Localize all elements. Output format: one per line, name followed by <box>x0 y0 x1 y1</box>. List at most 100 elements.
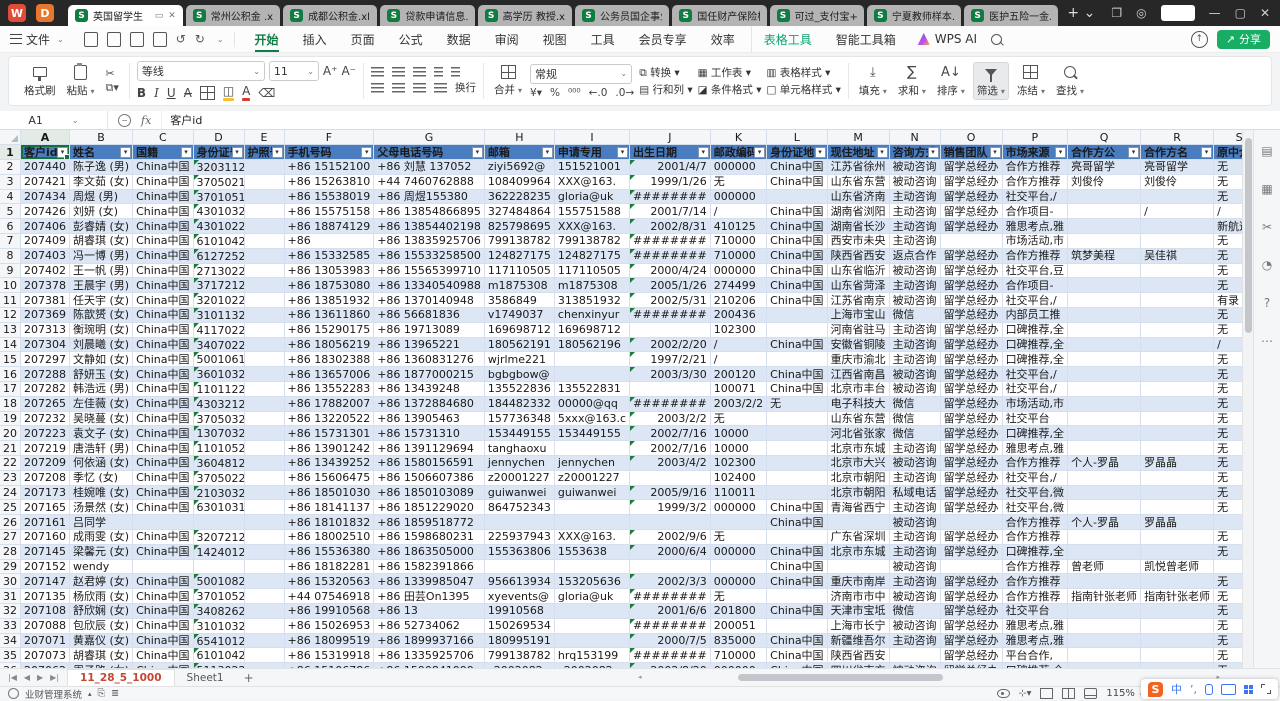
cell[interactable]: 留学总经办 <box>940 308 1002 323</box>
cell[interactable]: 留学总经办 <box>940 382 1002 397</box>
cell[interactable] <box>244 456 284 471</box>
cell[interactable]: 任天宇 (女) <box>70 293 133 308</box>
cell[interactable]: China中国 <box>133 174 193 189</box>
cell[interactable]: / <box>1214 204 1242 219</box>
cell[interactable]: 320721200209060081 <box>193 530 244 545</box>
cell[interactable]: m1875308 <box>554 278 629 293</box>
cell[interactable]: 刘妍 (女) <box>70 204 133 219</box>
cell[interactable] <box>133 559 193 574</box>
cell[interactable]: 207219 <box>21 441 70 456</box>
cell[interactable]: China中国 <box>133 618 193 633</box>
filter-button[interactable]: ▾ <box>1201 147 1212 158</box>
cell[interactable] <box>1141 574 1214 589</box>
cell[interactable]: 重庆市南岸 <box>827 574 889 589</box>
page-break-icon[interactable] <box>1084 688 1097 699</box>
cell[interactable]: +86 13901242 <box>284 441 374 456</box>
cell[interactable]: 2002/9/6 <box>630 530 711 545</box>
cell[interactable]: 留学总经办 <box>940 352 1002 367</box>
cell[interactable]: China中国 <box>767 559 827 574</box>
filter-button[interactable]: ▾ <box>928 147 939 158</box>
cell[interactable] <box>484 559 554 574</box>
menu-tab[interactable]: 表格工具 <box>751 26 824 52</box>
percent-button[interactable]: % <box>550 87 560 99</box>
cell[interactable]: China中国 <box>767 337 827 352</box>
bold-button[interactable]: B <box>137 86 146 100</box>
cell[interactable]: ziyi5692@ <box>484 160 554 175</box>
header-cell[interactable]: 手机号码▾ <box>284 145 374 160</box>
cell[interactable]: China中国 <box>133 219 193 234</box>
cell[interactable] <box>767 589 827 604</box>
filter-button[interactable]: ▾ <box>272 147 283 158</box>
column-header[interactable]: L <box>767 130 827 145</box>
cell-style-button[interactable]: □ 单元格样式 ▾ <box>767 82 841 97</box>
cell[interactable]: 无 <box>1214 544 1242 559</box>
header-cell[interactable]: 合作方公▾ <box>1068 145 1141 160</box>
menu-tab[interactable]: 页面 <box>339 26 387 52</box>
cell[interactable]: 117110505 <box>484 263 554 278</box>
cell[interactable]: 10000 <box>710 441 766 456</box>
cell[interactable]: 陈子逸 (男) <box>70 160 133 175</box>
borders-button[interactable] <box>200 86 215 100</box>
cell[interactable]: 留学总经办 <box>940 263 1002 278</box>
cell[interactable]: 207265 <box>21 396 70 411</box>
output-icon[interactable] <box>107 32 121 47</box>
cell[interactable]: 201800 <box>710 604 766 619</box>
header-cell[interactable]: 姓名▾ <box>70 145 133 160</box>
cell[interactable]: 无 <box>1214 530 1242 545</box>
cell[interactable]: +86 1582391866 <box>374 559 485 574</box>
cell[interactable] <box>1068 382 1141 397</box>
row-header[interactable]: 20 <box>0 426 21 441</box>
cell[interactable]: 370105200210270824 <box>193 589 244 604</box>
maximize-button[interactable]: ▢ <box>1235 6 1246 20</box>
cell[interactable]: 430321200211140121 <box>193 396 244 411</box>
wrap-text-button[interactable]: 换行 <box>455 80 476 95</box>
cell[interactable] <box>1141 337 1214 352</box>
header-cell[interactable]: 原中介机▾ <box>1214 145 1242 160</box>
chevron-up-icon[interactable]: ▴ <box>88 690 92 698</box>
cell[interactable]: 吴晓蔓 (女) <box>70 411 133 426</box>
cell[interactable]: / <box>710 337 766 352</box>
cell[interactable] <box>1068 367 1141 382</box>
cell[interactable]: 陕西省西安 <box>827 648 889 663</box>
cell[interactable]: 社交平台,豆 <box>1002 263 1068 278</box>
cell[interactable] <box>767 530 827 545</box>
cell[interactable]: 西安市未央 <box>827 234 889 249</box>
cell[interactable]: 654101200007050581 <box>193 633 244 648</box>
header-cell[interactable]: 合作方名▾ <box>1141 145 1214 160</box>
cell[interactable]: 2002/2/20 <box>630 337 711 352</box>
column-header[interactable]: J <box>630 130 711 145</box>
cell[interactable] <box>244 485 284 500</box>
cell[interactable]: 2000/6/4 <box>630 544 711 559</box>
cell[interactable]: China中国 <box>133 530 193 545</box>
grow-font-button[interactable]: A⁺ <box>323 61 338 81</box>
cut-button[interactable]: ✂ <box>103 68 122 80</box>
paste-button[interactable]: 粘贴▾ <box>64 63 98 99</box>
cell[interactable]: 社交平台,/ <box>1002 293 1068 308</box>
redo-icon[interactable]: ↻ <box>195 32 205 46</box>
cell[interactable]: 被动咨询 <box>889 589 940 604</box>
cell[interactable]: 梁馨元 (女) <box>70 544 133 559</box>
column-header[interactable]: A <box>21 130 70 145</box>
cell[interactable]: China中国 <box>767 204 827 219</box>
cell[interactable]: +86 13053983 <box>284 263 374 278</box>
cell[interactable]: 153449155 <box>484 426 554 441</box>
cell[interactable]: 平台合作, <box>1002 648 1068 663</box>
cell[interactable]: +86 15731310 <box>374 426 485 441</box>
cell[interactable]: China中国 <box>767 515 827 530</box>
cell[interactable]: 社交平台 <box>1002 604 1068 619</box>
row-header[interactable]: 32 <box>0 604 21 619</box>
cell[interactable]: 留学总经办 <box>940 160 1002 175</box>
cell[interactable]: 799138782 <box>484 648 554 663</box>
cell[interactable]: 无 <box>1214 278 1242 293</box>
account-avatar[interactable] <box>1161 5 1195 21</box>
cell[interactable]: +86 1850103089 <box>374 485 485 500</box>
worksheet-button[interactable]: ▦ 工作表 ▾ <box>698 65 762 80</box>
cell[interactable] <box>767 618 827 633</box>
filter-button[interactable]: ▾ <box>232 147 243 158</box>
cell[interactable]: China中国 <box>133 204 193 219</box>
file-tab[interactable]: S成都公积金.xlsx <box>283 5 377 26</box>
cell[interactable]: 153449155 <box>554 426 629 441</box>
cell[interactable]: 225937943 <box>484 530 554 545</box>
cell[interactable]: +86 1372884680 <box>374 396 485 411</box>
cell[interactable]: 274499 <box>710 278 766 293</box>
